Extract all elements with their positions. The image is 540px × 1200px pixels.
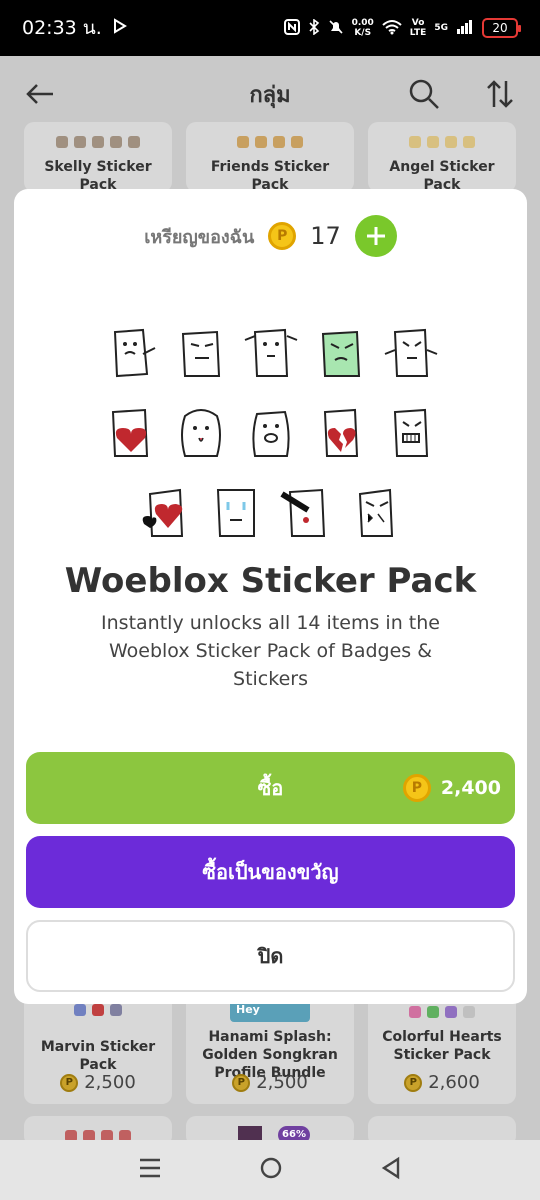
app-bar: กลุ่ม xyxy=(0,56,540,132)
card-price-value: 2,600 xyxy=(428,1072,480,1093)
mute-bell-icon xyxy=(328,19,344,38)
card-thumbnails xyxy=(24,1004,172,1016)
play-store-icon xyxy=(112,18,128,38)
card-thumbnails xyxy=(186,136,354,148)
sticker-image xyxy=(393,408,428,457)
signal-icon xyxy=(456,19,474,38)
close-button[interactable]: ปิด xyxy=(26,920,515,992)
home-icon[interactable] xyxy=(259,1156,283,1184)
nfc-icon xyxy=(283,18,300,38)
card-name: Colorful Hearts Sticker Pack xyxy=(382,1029,502,1063)
card-price-value: 2,500 xyxy=(256,1072,308,1093)
volte-vo: Vo xyxy=(411,18,425,28)
sticker-image xyxy=(142,488,183,537)
buy-button[interactable]: ซื้อ P 2,400 xyxy=(26,752,515,824)
coin-icon: P xyxy=(232,1073,251,1092)
wallet-label: เหรียญของฉัน xyxy=(144,226,255,248)
sticker-image xyxy=(321,330,360,377)
card-thumbnails xyxy=(368,1006,516,1018)
sticker-image xyxy=(279,488,325,537)
sticker-image xyxy=(113,328,155,378)
wallet-count: 17 xyxy=(310,222,341,250)
net-speed-value: 0.00 xyxy=(351,18,374,28)
volte-lte: LTE xyxy=(409,28,427,38)
5g-label: 5G xyxy=(434,23,448,33)
buy-as-gift-button[interactable]: ซื้อเป็นของขวัญ xyxy=(26,836,515,908)
back-icon[interactable] xyxy=(380,1156,402,1184)
product-card[interactable]: Marvin Sticker Pack P 2,500 xyxy=(24,994,172,1104)
card-price: P 2,500 xyxy=(24,1072,172,1093)
card-price: P 2,500 xyxy=(186,1072,354,1093)
coin-icon: P xyxy=(268,222,297,250)
pack-description: Instantly unlocks all 14 items in the Wo… xyxy=(101,612,440,690)
card-price: P 2,600 xyxy=(368,1072,516,1093)
product-card[interactable]: Colorful Hearts Sticker Pack P 2,600 xyxy=(368,994,516,1104)
coin-icon: P xyxy=(60,1073,79,1092)
sticker-image xyxy=(180,409,221,457)
page-title: กลุ่ม xyxy=(249,82,291,108)
sticker-image xyxy=(384,328,437,377)
card-thumbnails xyxy=(368,136,516,148)
plus-icon xyxy=(366,227,385,245)
close-label: ปิด xyxy=(257,944,284,968)
search-icon[interactable] xyxy=(406,76,442,112)
net-speed: 0.00 K/S xyxy=(352,18,374,38)
sticker-image xyxy=(216,489,255,537)
purchase-dialog: เหรียญของฉัน P 17 Woeblox Sticker Pack I… xyxy=(14,189,527,1004)
battery-indicator: 20 xyxy=(482,18,521,38)
product-card[interactable]: Hey Hanami Splash: Golden Songkran Profi… xyxy=(186,994,354,1104)
menu-icon[interactable] xyxy=(138,1157,162,1183)
card-thumbnails xyxy=(24,136,172,148)
gift-label: ซื้อเป็นของขวัญ xyxy=(202,860,339,884)
status-bar: 02:33 น. 0.00 K/S Vo LTE 5G 20 xyxy=(0,0,540,56)
coin-icon: P xyxy=(404,1073,423,1092)
pack-title: Woeblox Sticker Pack xyxy=(64,561,477,601)
wallet-balance: เหรียญของฉัน P 17 xyxy=(14,215,527,257)
wifi-icon xyxy=(382,19,402,38)
product-card[interactable]: Skelly Sticker Pack xyxy=(24,122,172,193)
buy-price: P 2,400 xyxy=(402,774,501,802)
product-card[interactable]: Friends Sticker Pack xyxy=(186,122,354,193)
sticker-image xyxy=(358,488,393,537)
sticker-preview-grid xyxy=(14,324,527,564)
system-nav-bar xyxy=(0,1140,540,1200)
sort-icon[interactable] xyxy=(482,76,518,112)
sticker-image xyxy=(181,330,220,377)
card-banner-text: Hey xyxy=(236,1003,260,1016)
bluetooth-icon xyxy=(308,17,320,38)
sticker-image xyxy=(111,408,148,457)
card-name: Marvin Sticker Pack xyxy=(40,1039,156,1073)
sticker-image xyxy=(323,408,358,457)
buy-label: ซื้อ xyxy=(257,776,284,800)
volte-label: Vo LTE xyxy=(410,18,427,38)
product-card[interactable]: Angel Sticker Pack xyxy=(368,122,516,193)
sticker-image xyxy=(251,410,290,457)
add-coins-button[interactable] xyxy=(354,215,397,257)
sticker-image xyxy=(244,328,297,377)
status-time: 02:33 น. xyxy=(22,17,102,39)
card-price-value: 2,500 xyxy=(84,1072,136,1093)
coin-icon: P xyxy=(402,774,431,802)
buy-price-value: 2,400 xyxy=(440,777,501,799)
net-speed-unit: K/S xyxy=(354,28,372,38)
back-arrow-icon[interactable] xyxy=(22,76,58,112)
